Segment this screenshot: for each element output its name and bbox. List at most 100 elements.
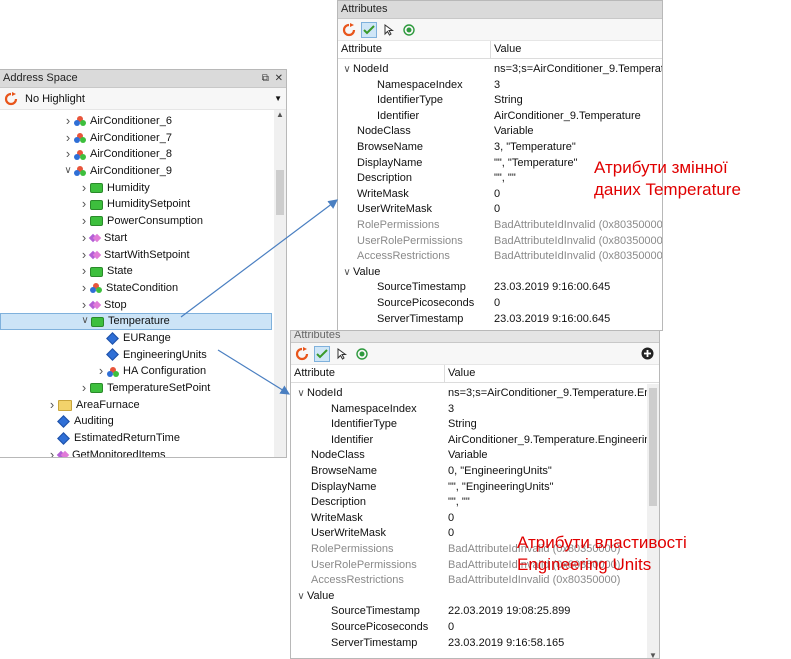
chevron-right-icon[interactable]: › [95,363,107,380]
tree-item[interactable]: EURange [0,330,286,347]
chevron-down-icon[interactable]: ∨ [341,265,353,281]
attribute-row[interactable]: SourceTimestamp 22.03.2019 19:08:25.899 [291,604,659,620]
chevron-right-icon[interactable]: › [78,380,90,397]
value-column-header[interactable]: Value [445,365,659,382]
cursor-icon[interactable] [334,346,350,362]
variable-icon [90,266,103,277]
value-column-header[interactable]: Value [491,41,662,58]
attribute-row[interactable]: DisplayName "", "EngineeringUnits" [291,480,659,496]
attributes-scrollbar[interactable]: ▼ [647,384,659,658]
tree-item[interactable]: ∨ AirConditioner_9 [0,163,286,180]
cursor-icon[interactable] [381,22,397,38]
attribute-name-cell: UserWriteMask [338,202,491,218]
radio-target-icon[interactable] [401,22,417,38]
chevron-down-icon[interactable]: ∨ [79,313,91,330]
object-icon [74,166,86,177]
attribute-row[interactable]: UserWriteMask 0 [338,202,662,218]
chevron-down-icon[interactable]: ∨ [295,589,307,605]
attribute-row[interactable]: Identifier AirConditioner_9.Temperature [338,109,662,125]
chevron-right-icon[interactable]: › [62,146,74,163]
attribute-row[interactable]: IdentifierType String [338,93,662,109]
tree-item[interactable]: › State [0,263,286,280]
chevron-right-icon[interactable]: › [46,397,58,414]
chevron-right-icon[interactable]: › [78,263,90,280]
attribute-row[interactable]: IdentifierType String [291,417,659,433]
attribute-row[interactable]: Identifier AirConditioner_9.Temperature.E… [291,433,659,449]
chevron-right-icon[interactable]: › [78,213,90,230]
attribute-row[interactable]: WriteMask 0 [291,511,659,527]
attribute-row[interactable]: ∨ NodeId ns=3;s=AirConditioner_9.Temperatu… [291,386,659,402]
refresh-icon[interactable] [341,22,357,38]
object-icon [74,133,86,144]
close-icon[interactable]: ✕ [275,73,283,84]
address-space-scrollbar[interactable]: ▲ [274,110,286,457]
tree-item[interactable]: › HA Configuration [0,363,286,380]
attribute-row[interactable]: SourcePicoseconds 0 [291,620,659,636]
tree-item[interactable]: › Humidity [0,180,286,197]
tree-item[interactable]: › PowerConsumption [0,213,286,230]
attribute-row[interactable]: RolePermissions BadAttributeIdInvalid (0x… [338,218,662,234]
scrollbar-thumb[interactable] [649,388,657,506]
checkmark-icon[interactable] [361,21,377,38]
tree-item[interactable]: ∨ Temperature [0,313,272,330]
attribute-row[interactable]: NamespaceIndex 3 [291,402,659,418]
attribute-name-cell: IdentifierType [291,417,445,433]
attribute-value: 0 [448,511,455,524]
tree-item[interactable]: › StateCondition [0,280,286,297]
chevron-right-icon[interactable]: › [46,447,58,457]
refresh-icon[interactable] [294,346,310,362]
tree-item[interactable]: › TemperatureSetPoint [0,380,286,397]
attribute-row[interactable]: BrowseName 3, "Temperature" [338,140,662,156]
attribute-row[interactable]: ServerTimestamp 23.03.2019 9:16:00.645 [338,312,662,328]
chevron-down-icon[interactable]: ∨ [341,62,353,78]
attribute-name: ServerTimestamp [377,312,464,325]
attribute-row[interactable]: SourceTimestamp 23.03.2019 9:16:00.645 [338,280,662,296]
attribute-row[interactable]: NamespaceIndex 3 [338,78,662,94]
tree-item[interactable]: EstimatedReturnTime [0,430,286,447]
pin-icon[interactable]: ⧉ [262,73,269,84]
attribute-row[interactable]: ServerTimestamp 23.03.2019 9:16:58.165 [291,636,659,652]
checkmark-icon[interactable] [314,345,330,362]
attribute-row[interactable]: NodeClass Variable [338,124,662,140]
property-icon [106,348,119,362]
tree-item[interactable]: › AirConditioner_7 [0,130,286,147]
tree-item[interactable]: Auditing [0,413,286,430]
chevron-right-icon[interactable]: › [62,130,74,147]
tree-item[interactable]: › Start [0,230,286,247]
add-circle-icon[interactable] [639,345,655,361]
tree-item[interactable]: › HumiditySetpoint [0,196,286,213]
scroll-down-icon[interactable]: ▼ [647,651,659,658]
attribute-row[interactable]: ∨ Value [338,265,662,281]
attribute-name-cell: UserWriteMask [291,526,445,542]
attribute-column-header[interactable]: Attribute [291,365,445,382]
tree-item[interactable]: › GetMonitoredItems [0,447,286,457]
tree-item[interactable]: › AreaFurnace [0,397,286,414]
attribute-row[interactable]: Description "", "" [291,495,659,511]
attribute-row[interactable]: ∨ Value [291,589,659,605]
scroll-up-icon[interactable]: ▲ [274,110,286,119]
attribute-row[interactable]: ∨ NodeId ns=3;s=AirConditioner_9.Temperatu… [338,62,662,78]
chevron-right-icon[interactable]: › [78,280,90,297]
attribute-row[interactable]: AccessRestrictions BadAttributeIdInvalid … [338,249,662,265]
tree-item[interactable]: › StartWithSetpoint [0,247,286,264]
attribute-row[interactable]: NodeClass Variable [291,448,659,464]
attribute-row[interactable]: UserRolePermissions BadAttributeIdInvalid… [338,234,662,250]
refresh-icon[interactable] [3,91,19,107]
chevron-right-icon[interactable]: › [78,180,90,197]
tree-item[interactable]: EngineeringUnits [0,347,286,364]
scrollbar-thumb[interactable] [276,170,284,215]
chevron-down-icon[interactable]: ∨ [62,163,74,180]
chevron-down-icon[interactable]: ∨ [295,386,307,402]
highlight-filter-select[interactable]: No Highlight ▼ [23,91,284,107]
folder-icon [58,399,72,411]
attribute-name: UserWriteMask [311,527,386,540]
tree-item[interactable]: › AirConditioner_6 [0,113,286,130]
radio-target-icon[interactable] [354,346,370,362]
attribute-row[interactable]: SourcePicoseconds 0 [338,296,662,312]
tree-item[interactable]: › Stop [0,297,286,314]
tree-item[interactable]: › AirConditioner_8 [0,146,286,163]
chevron-right-icon[interactable]: › [62,113,74,130]
attribute-row[interactable]: BrowseName 0, "EngineeringUnits" [291,464,659,480]
chevron-right-icon[interactable]: › [78,196,90,213]
attribute-column-header[interactable]: Attribute [338,41,491,58]
